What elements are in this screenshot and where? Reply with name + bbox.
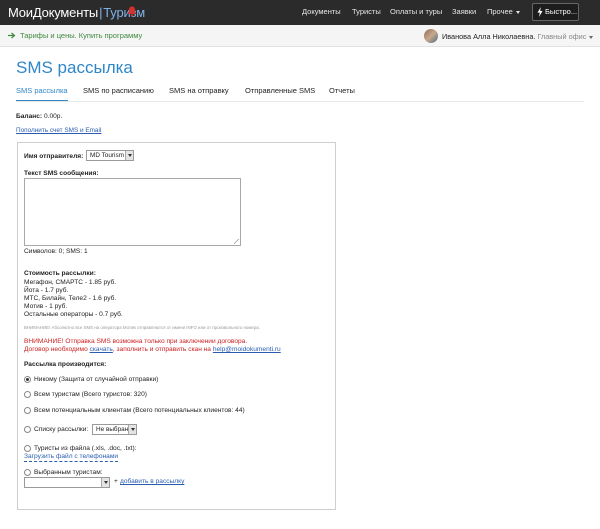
nav-other-label: Прочее [487,7,513,16]
plus-icon: + [114,478,118,485]
radio-selected-tourists[interactable] [24,469,31,476]
nav-tourists[interactable]: Туристы [352,7,381,16]
download-contract-link[interactable]: скачать [90,346,113,353]
sender-select[interactable]: MD Tourism [86,150,134,161]
sender-label: Имя отправителя: [24,153,84,160]
tab-sms-mailing[interactable]: SMS рассылка [16,86,68,102]
nav-payments-tours[interactable]: Оплаты и туры [390,7,442,16]
user-menu[interactable]: Иванова Алла Николаевна. Главный офис [442,32,586,41]
top-navbar: МоиДокументы|Туризм Документы Туристы Оп… [0,0,600,25]
quick-actions-button[interactable]: Быстро... [532,3,579,21]
user-office: Главный офис [537,32,587,41]
resize-handle-icon[interactable] [234,239,239,244]
cost-line: Мотив - 1 руб. [24,303,68,310]
tab-sms-to-send[interactable]: SMS на отправку [169,86,229,99]
bell-icon[interactable] [127,6,137,17]
balance-label: Баланс: [16,113,43,120]
operator-note: ВНИМАНИЕ! Абсолютно все SMS на оператора… [24,325,260,330]
help-email-link[interactable]: help@moidokumenti.ru [213,346,281,353]
radio-potential-clients[interactable] [24,407,31,414]
sms-text-input[interactable] [24,178,241,246]
radio-potential-clients-label: Всем потенциальным клиентам (Всего потен… [34,407,245,414]
contract-instructions: Договор необходимо скачать, заполнить и … [24,346,281,353]
cost-title: Стоимость рассылки: [24,270,96,277]
sender-select-value: MD Tourism [90,152,124,159]
radio-mailing-list-label: Списку рассылки: [34,426,89,433]
selected-tourists-select[interactable] [24,477,110,488]
chevron-down-icon [515,10,520,14]
recipients-title: Рассылка производится: [24,361,107,368]
upload-phones-link[interactable]: Загрузить файл с телефонами [24,453,119,462]
tab-sms-sent[interactable]: Отправленные SMS [245,86,315,99]
page-title: SMS рассылка [16,58,133,77]
logo-main: МоиДокументы [8,5,99,20]
quick-actions-label: Быстро... [545,7,578,16]
mailing-list-select[interactable]: Не выбран [92,424,137,435]
lightning-icon [537,7,543,17]
tab-reports[interactable]: Отчеты [329,86,355,99]
cost-line: Остальные операторы - 0.7 руб. [24,311,123,318]
radio-file-tourists[interactable] [24,445,31,452]
radio-all-tourists-label: Всем туристам (Всего туристов: 320) [34,391,147,398]
radio-mailing-list[interactable] [24,426,31,433]
instructions-text-b: , заполнить и отправить скан на [112,346,211,353]
sub-bar: Тарифы и цены. Купить программу Иванова … [0,25,600,47]
radio-nobody[interactable] [24,376,31,383]
radio-nobody-label: Никому (Защита от случайной отправки) [34,376,159,383]
balance-value: 0.00р. [43,113,63,120]
cost-line: МТС, Билайн, Теле2 - 1.6 руб. [24,295,117,302]
chevron-down-icon [101,478,109,487]
contract-warning: ВНИМАНИЕ! Отправка SMS возможна только п… [24,338,248,345]
user-avatar[interactable] [424,29,438,43]
tabs-divider [16,101,584,102]
instructions-text-a: Договор необходимо [24,346,88,353]
chevron-down-icon [128,425,136,434]
cost-line: Йота - 1.7 руб. [24,287,69,294]
nav-other-dropdown[interactable]: Прочее [487,7,520,16]
cost-line: Мегафон, СМАРТС - 1.85 руб. [24,279,117,286]
logo-suffix: Туризм [103,5,146,20]
app-logo[interactable]: МоиДокументы|Туризм [8,5,145,20]
radio-all-tourists[interactable] [24,391,31,398]
balance: Баланс: 0.00р. [16,113,62,120]
tariffs-link[interactable]: Тарифы и цены. Купить программу [20,31,142,40]
radio-file-tourists-label: Туристы из файла (.xls, .doc, .txt): [34,445,137,452]
logo-separator: | [99,5,103,20]
nav-requests[interactable]: Заявки [452,7,476,16]
add-to-mailing-link[interactable]: добавить в рассылку [120,478,184,485]
tabs-bar: SMS рассылка SMS по расписанию SMS на от… [0,86,600,102]
topup-link[interactable]: Пополнить счет SMS и Email [16,127,101,134]
radio-selected-tourists-label: Выбранным туристам: [34,469,103,476]
nav-documents[interactable]: Документы [302,7,341,16]
sms-counter: Символов: 0; SMS: 1 [24,248,88,255]
tab-sms-scheduled[interactable]: SMS по расписанию [83,86,154,99]
chevron-down-icon [125,151,133,160]
chevron-down-icon[interactable] [589,36,593,39]
arrow-right-icon [8,32,16,39]
user-name: Иванова Алла Николаевна. [442,32,536,41]
sms-text-label: Текст SMS сообщения: [24,170,99,177]
mailing-list-select-value: Не выбран [96,426,129,433]
sms-form-panel: Имя отправителя: MD Tourism Текст SMS со… [17,142,336,510]
